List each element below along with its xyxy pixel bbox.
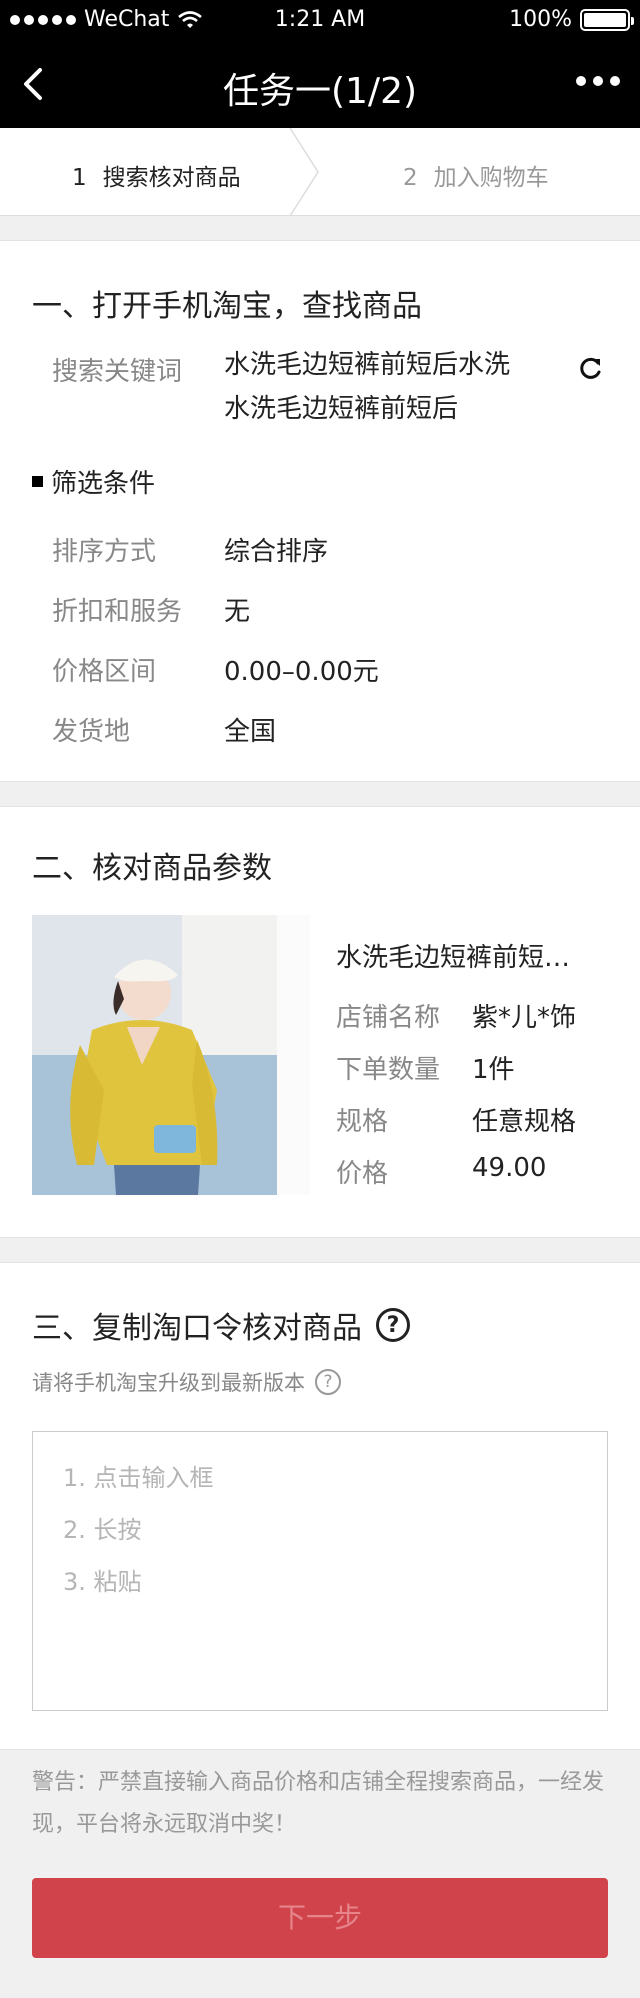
placeholder-line-3: 3. 粘贴 [63,1568,142,1596]
keyword-line-1: 水洗毛边短裤前短后水洗 [224,350,511,380]
product-name: 水洗毛边短裤前短… [336,943,571,973]
taokouling-title-text: 三、复制淘口令核对商品 [32,1311,362,1346]
product-section: 二、核对商品参数 水洗毛边短裤前短… 店铺名称 紫*儿*饰 下单数量 1件 规格… [0,806,640,1238]
battery-icon [580,8,634,31]
status-right: 100% [509,7,634,32]
next-step-button[interactable]: 下一步 [32,1878,608,1958]
product-image[interactable] [32,915,310,1195]
quantity-label: 下单数量 [336,1055,441,1085]
ship-from-label: 发货地 [52,717,131,747]
refresh-icon[interactable] [578,355,604,381]
spec-value: 任意规格 [472,1107,577,1137]
nav-bar: 任务一(1/2) [0,40,640,128]
keyword-line-2: 水洗毛边短裤前短后 [224,394,459,424]
search-section-title: 一、打开手机淘宝，查找商品 [32,289,422,324]
keyword-label: 搜索关键词 [52,357,183,387]
keyword-value[interactable]: 水洗毛边短裤前短后水洗 水洗毛边短裤前短后 [224,343,510,431]
step-1: 1 搜索核对商品 [72,158,241,192]
question-circle-icon[interactable]: ? [376,1308,410,1342]
page-title: 任务一(1/2) [222,71,418,112]
taokouling-section: 三、复制淘口令核对商品 ? 请将手机淘宝升级到最新版本 ? 1. 点击输入框 2… [0,1262,640,1750]
quantity-value: 1件 [472,1055,515,1085]
search-section: 一、打开手机淘宝，查找商品 搜索关键词 水洗毛边短裤前短后水洗 水洗毛边短裤前短… [0,240,640,782]
shop-name-label: 店铺名称 [336,1003,441,1033]
status-bar: WeChat 1:21 AM 100% [0,0,640,40]
placeholder-line-1: 1. 点击输入框 [63,1464,214,1492]
filter-heading-label: 筛选条件 [51,469,156,499]
sort-label: 排序方式 [52,537,157,567]
battery-percent: 100% [509,7,572,32]
price-value: 49.00 [472,1153,547,1183]
step-2: 2 加入购物车 [403,158,549,192]
paste-input[interactable]: 1. 点击输入框 2. 长按 3. 粘贴 [32,1431,608,1711]
step-2-number: 2 [403,165,418,191]
sort-value: 综合排序 [224,537,329,567]
price-range-label: 价格区间 [52,657,157,687]
hint-question-icon[interactable]: ? [315,1369,341,1395]
placeholder-line-2: 2. 长按 [63,1516,142,1544]
square-bullet-icon [32,476,43,487]
step-chevron-icon [289,128,319,216]
price-label: 价格 [336,1159,389,1189]
step-2-label: 加入购物车 [433,165,549,191]
price-range-value: 0.00–0.00元 [224,657,379,687]
more-dots-icon[interactable] [576,76,620,86]
step-1-number: 1 [72,165,87,191]
product-section-title: 二、核对商品参数 [32,851,272,886]
taokouling-section-title: 三、复制淘口令核对商品 ? [32,1303,410,1347]
shop-name-value: 紫*儿*饰 [472,1003,577,1033]
step-indicator: 1 搜索核对商品 2 加入购物车 [0,128,640,216]
step-1-label: 搜索核对商品 [102,165,241,191]
upgrade-hint-text: 请将手机淘宝升级到最新版本 [32,1371,305,1395]
spec-label: 规格 [336,1107,389,1137]
discount-label: 折扣和服务 [52,597,183,627]
ship-from-value: 全国 [224,717,277,747]
upgrade-hint: 请将手机淘宝升级到最新版本 ? [32,1367,341,1397]
discount-value: 无 [224,597,251,627]
filter-heading: 筛选条件 [32,463,155,500]
warning-text: 警告：严禁直接输入商品价格和店铺全程搜索商品，一经发现，平台将永远取消中奖！ [32,1770,605,1837]
